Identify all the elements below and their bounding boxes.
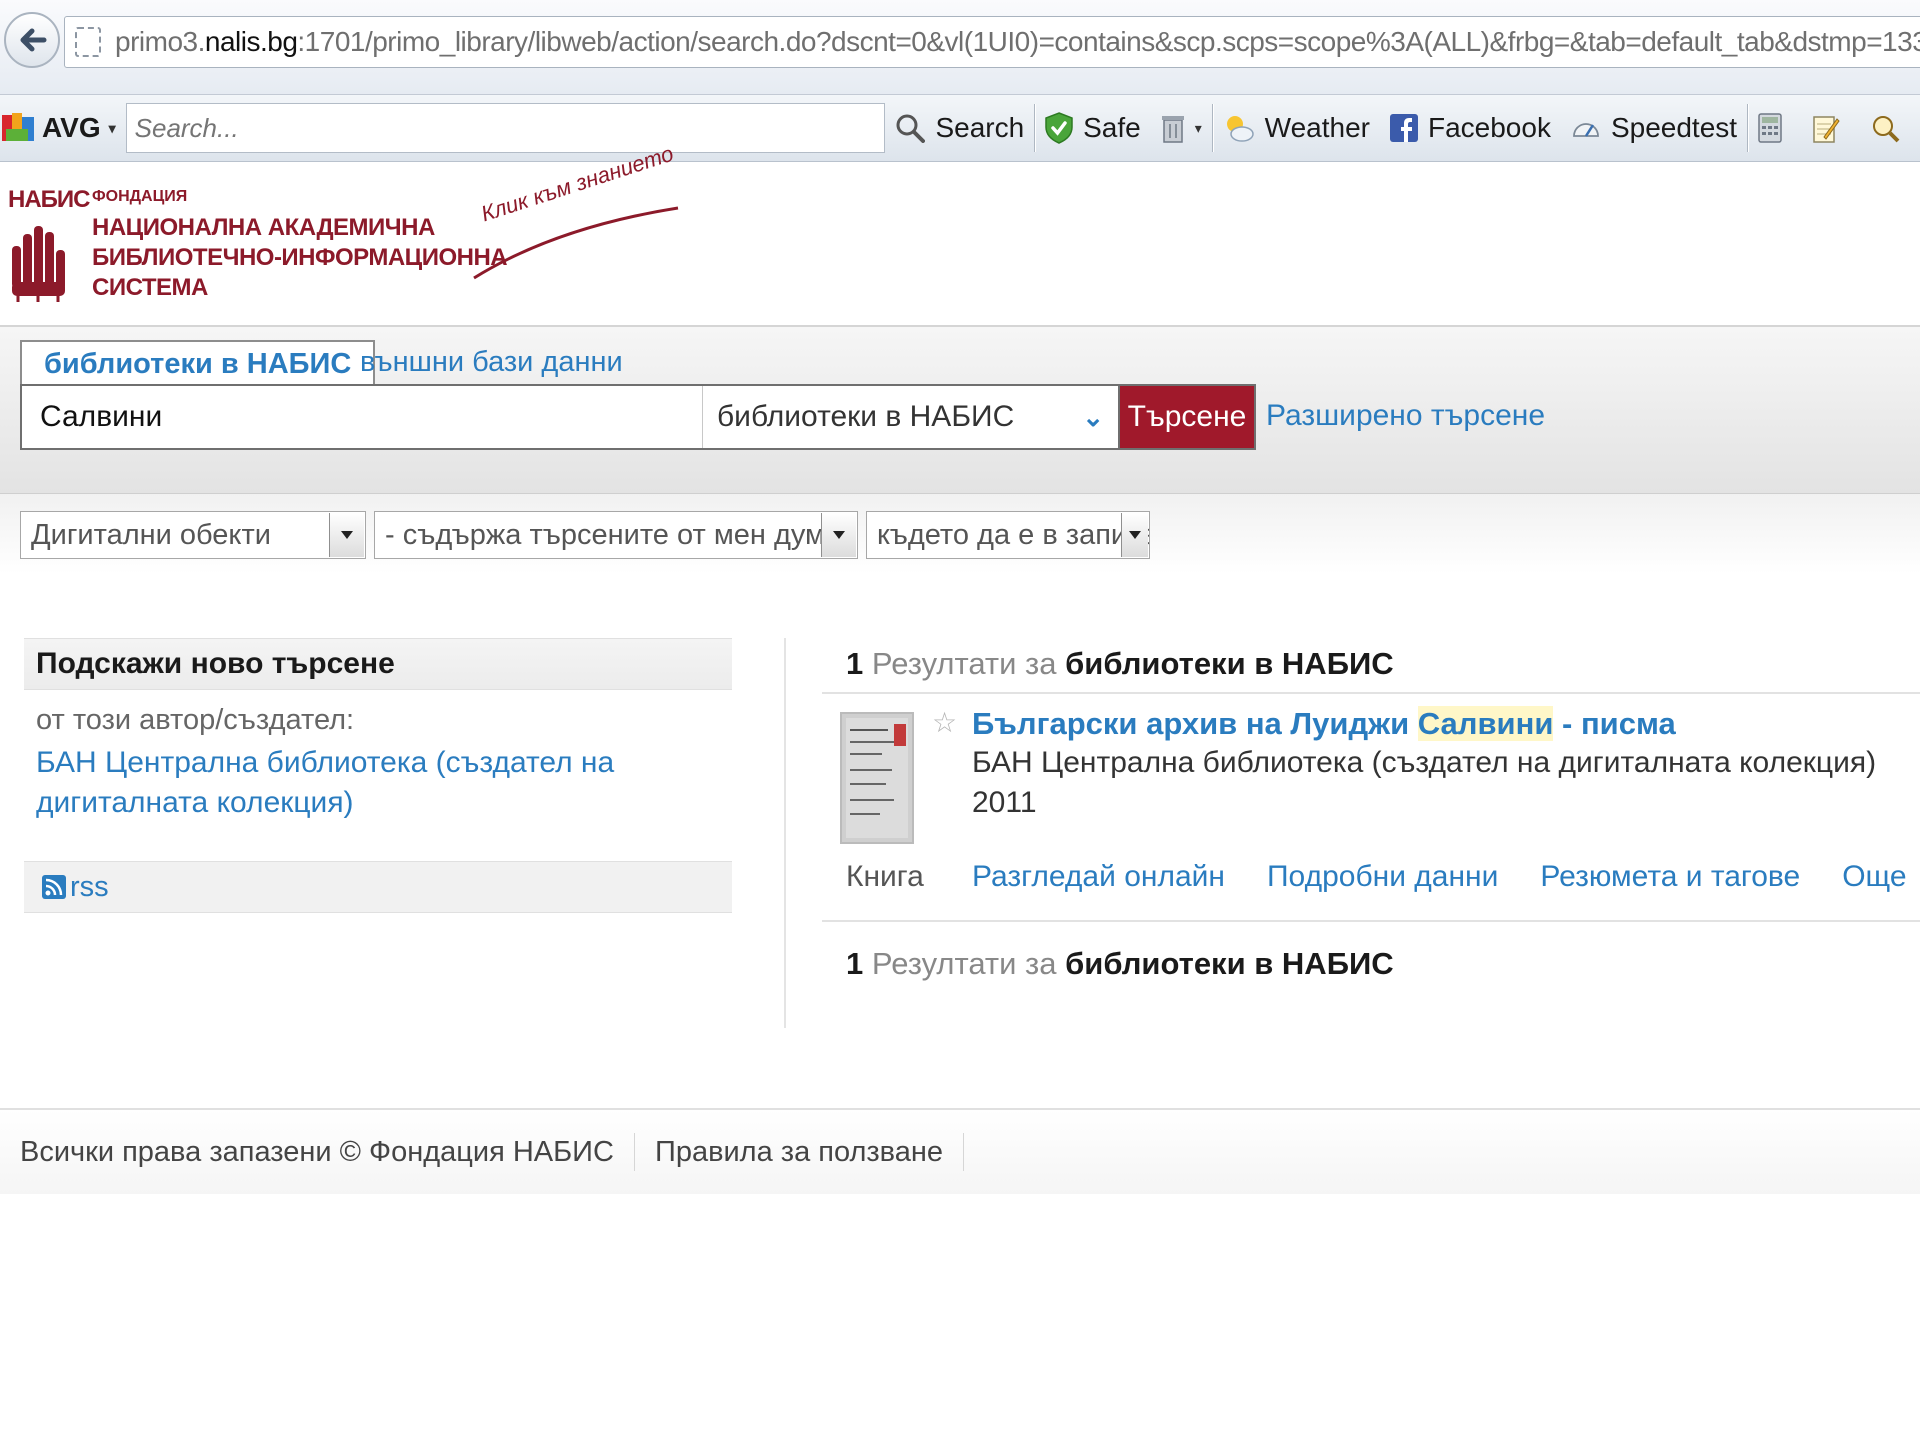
result-item: ☆ Български архив на Луиджи Салвини - пи…: [822, 692, 1920, 922]
chevron-down-icon: ▾: [1194, 119, 1202, 136]
logo-foundation: ФОНДАЦИЯ: [92, 188, 188, 205]
letter-thumbnail-image: [842, 714, 912, 842]
advanced-search-link[interactable]: Разширено търсене: [1266, 399, 1545, 433]
hand-logo-icon: [12, 226, 65, 302]
page-footer: Всички права запазени © Фондация НАБИС П…: [0, 1108, 1920, 1194]
toolbar-weather-button[interactable]: Weather: [1213, 95, 1380, 161]
tab-external-databases[interactable]: външни бази данни: [338, 340, 645, 384]
dropdown-arrow-icon: [1121, 513, 1148, 557]
toolbar-facebook-button[interactable]: Facebook: [1380, 95, 1561, 161]
nabis-logo[interactable]: НАБИС: [8, 186, 90, 309]
result-creator: БАН Централна библиотека (създател на ди…: [972, 746, 1877, 779]
avg-logo-icon: [2, 113, 34, 141]
toolbar-safe-button[interactable]: Safe: [1035, 95, 1151, 161]
more-link[interactable]: Още: [1842, 860, 1906, 894]
chevron-down-icon: ▾: [108, 119, 116, 136]
logo-org-line-2: БИБЛИОТЕЧНО-ИНФОРМАЦИОННА: [92, 244, 508, 271]
results-count-bottom: 1 Резултати за библиотеки в НАБИС: [846, 946, 1394, 981]
sidebar-subtitle: от този автор/създател:: [36, 704, 355, 736]
search-button[interactable]: Търсене: [1118, 386, 1254, 448]
result-actions: Разгледай онлайн Подробни данни Резюмета…: [972, 860, 1907, 894]
copyright-text: Всички права запазени © Фондация НАБИС: [20, 1135, 614, 1168]
browser-address-bar: primo3.nalis.bg:1701/primo_library/libwe…: [0, 0, 1920, 95]
avg-menu[interactable]: AVG ▾: [2, 111, 126, 145]
sidebar-title: Подскажи ново търсене: [24, 638, 732, 690]
toolbar-trash-button[interactable]: ▾: [1151, 95, 1212, 161]
search-icon: [896, 114, 926, 143]
match-type-select[interactable]: - съдържа търсените от мен думи: [374, 511, 858, 559]
magnifier-icon: [1872, 116, 1900, 143]
rss-link[interactable]: rss: [24, 861, 732, 913]
page-icon: [75, 27, 101, 57]
dropdown-arrow-icon: [821, 513, 856, 557]
rss-icon: [42, 875, 66, 899]
toolbar-speedtest-button[interactable]: Speedtest: [1561, 95, 1747, 161]
search-area: библиотеки в НАБИС външни бази данни биб…: [0, 327, 1920, 494]
view-online-link[interactable]: Разгледай онлайн: [972, 860, 1225, 894]
logo-org-line-1: НАЦИОНАЛНА АКАДЕМИЧНА: [92, 214, 435, 241]
scope-select-value: библиотеки в НАБИС: [717, 400, 1015, 433]
toolbar-calculator-button[interactable]: [1748, 95, 1802, 161]
dropdown-arrow-icon: [329, 513, 364, 557]
result-year: 2011: [972, 786, 1037, 819]
speedometer-icon: [1573, 123, 1599, 137]
search-field-select[interactable]: където да е в записа: [866, 511, 1150, 559]
footer-separator: [963, 1133, 965, 1171]
result-type: Книга: [846, 860, 924, 893]
search-input[interactable]: [22, 386, 703, 448]
logo-org-line-3: СИСТЕМА: [92, 274, 208, 301]
site-header: НАБИС ФОНДАЦИЯ НАЦИОНАЛНА АКАДЕМИЧНА БИБ…: [0, 141, 1920, 327]
author-link[interactable]: БАН Централна библиотека (създател на ди…: [36, 743, 716, 823]
notepad-icon: [1813, 116, 1840, 143]
search-box: библиотеки в НАБИС ⌄ Търсене: [20, 384, 1256, 450]
slogan-swoosh: [473, 206, 679, 280]
toolbar-zoom-button[interactable]: [1860, 95, 1920, 161]
details-link[interactable]: Подробни данни: [1267, 860, 1498, 894]
material-type-select[interactable]: Дигитални обекти: [20, 511, 366, 559]
result-thumbnail[interactable]: [840, 712, 914, 844]
toolbar-search-button[interactable]: Search: [885, 95, 1034, 161]
reviews-tags-link[interactable]: Резюмета и тагове: [1540, 860, 1800, 894]
results-count-top: 1 Резултати за библиотеки в НАБИС: [846, 646, 1394, 681]
chevron-down-icon: ⌄: [1082, 401, 1104, 432]
column-divider: [784, 638, 786, 1028]
tab-nabis-libraries[interactable]: библиотеки в НАБИС: [20, 340, 376, 388]
back-arrow-icon: [20, 28, 47, 52]
toolbar-search-input[interactable]: [125, 103, 886, 153]
logo-short-name: НАБИС: [8, 186, 90, 213]
back-button[interactable]: [4, 12, 60, 68]
shield-check-icon: [1045, 112, 1073, 144]
trash-icon: [1161, 116, 1184, 143]
calculator-icon: [1758, 113, 1782, 143]
url-text: primo3.nalis.bg:1701/primo_library/libwe…: [115, 26, 1920, 57]
terms-link[interactable]: Правила за ползване: [635, 1136, 963, 1169]
weather-sun-cloud-icon: [1226, 116, 1254, 142]
avg-toolbar: AVG ▾ Search Safe ▾ Weather: [0, 95, 1920, 162]
scope-select[interactable]: библиотеки в НАБИС ⌄: [703, 386, 1118, 448]
url-field[interactable]: primo3.nalis.bg:1701/primo_library/libwe…: [64, 16, 1920, 68]
star-icon[interactable]: ☆: [932, 706, 957, 739]
result-title-link[interactable]: Български архив на Луиджи Салвини - писм…: [972, 706, 1676, 742]
toolbar-notepad-button[interactable]: [1802, 95, 1860, 161]
facebook-icon: [1389, 114, 1418, 142]
suggest-sidebar: Подскажи ново търсене от този автор/създ…: [24, 638, 732, 913]
filter-row: Дигитални обекти - съдържа търсените от …: [0, 494, 1920, 574]
